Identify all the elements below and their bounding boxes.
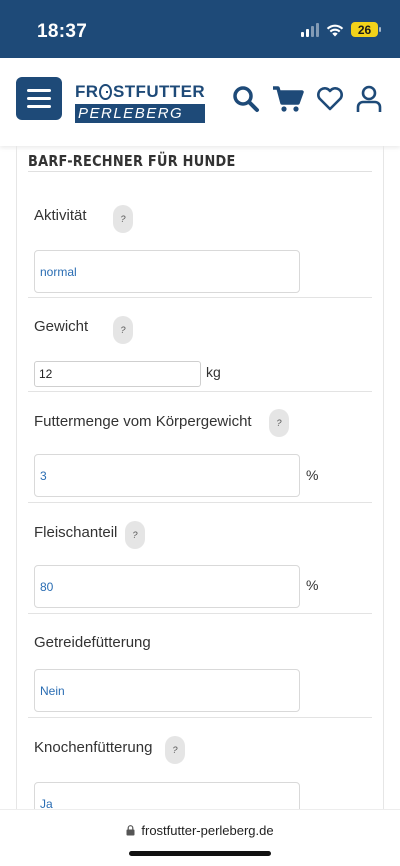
unit-label: kg — [206, 364, 221, 380]
field-label: Getreidefütterung — [34, 634, 151, 651]
help-icon[interactable]: ? — [269, 409, 289, 437]
battery-icon: 26 — [351, 22, 381, 37]
site-header: FR STFUTTER PERLEBERG — [0, 58, 400, 146]
status-time: 18:37 — [37, 21, 88, 42]
heart-icon[interactable] — [316, 86, 344, 112]
site-logo[interactable]: FR STFUTTER PERLEBERG — [75, 83, 205, 123]
meat-share-input[interactable]: 80 — [34, 565, 300, 608]
menu-button[interactable] — [16, 77, 62, 120]
account-icon[interactable] — [356, 85, 382, 113]
field-label: Fleischanteil — [34, 524, 118, 541]
grain-feeding-select[interactable]: Nein — [34, 669, 300, 712]
cellular-signal-icon — [301, 22, 319, 37]
field-label: Aktivität — [34, 207, 87, 224]
field-label: Knochenfütterung — [34, 739, 153, 756]
help-icon[interactable]: ? — [165, 736, 185, 764]
calculator-title: BARF-Rechner für Hunde — [28, 152, 236, 170]
unit-label: % — [306, 577, 319, 593]
url-text: frostfutter-perleberg.de — [141, 823, 274, 838]
field-bone-feeding: Knochenfütterung ? Ja — [28, 718, 372, 809]
field-meat-share: Fleischanteil ? 80 % — [28, 503, 372, 614]
help-icon[interactable]: ? — [113, 205, 133, 233]
activity-select[interactable]: normal — [34, 250, 300, 293]
cart-icon[interactable] — [272, 85, 304, 113]
hamburger-icon — [27, 89, 51, 92]
weight-input[interactable]: 12 — [34, 361, 201, 387]
snowflake-icon — [99, 84, 113, 100]
unit-label: % — [306, 467, 319, 483]
browser-address-bar: frostfutter-perleberg.de — [0, 809, 400, 866]
divider — [28, 171, 372, 172]
home-indicator[interactable] — [129, 851, 271, 856]
search-icon[interactable] — [232, 85, 260, 113]
field-activity: Aktivität ? normal — [28, 186, 372, 298]
header-icons — [232, 85, 382, 113]
address-field[interactable]: frostfutter-perleberg.de — [0, 823, 400, 838]
field-weight: Gewicht ? 12 kg — [28, 298, 372, 392]
field-label: Futtermenge vom Körpergewicht — [34, 413, 252, 430]
field-grain-feeding: Getreidefütterung Nein — [28, 614, 372, 718]
lock-icon — [126, 825, 135, 836]
help-icon[interactable]: ? — [113, 316, 133, 344]
help-icon[interactable]: ? — [125, 521, 145, 549]
barf-calculator: BARF-Rechner für Hunde Aktivität ? norma… — [16, 146, 384, 809]
food-amount-input[interactable]: 3 — [34, 454, 300, 497]
bone-feeding-select[interactable]: Ja — [34, 782, 300, 809]
status-icons: 26 — [301, 22, 381, 37]
field-label: Gewicht — [34, 318, 89, 335]
status-bar: 18:37 26 — [0, 0, 400, 58]
wifi-icon — [326, 24, 344, 36]
field-food-amount: Futtermenge vom Körpergewicht ? 3 % — [28, 392, 372, 503]
